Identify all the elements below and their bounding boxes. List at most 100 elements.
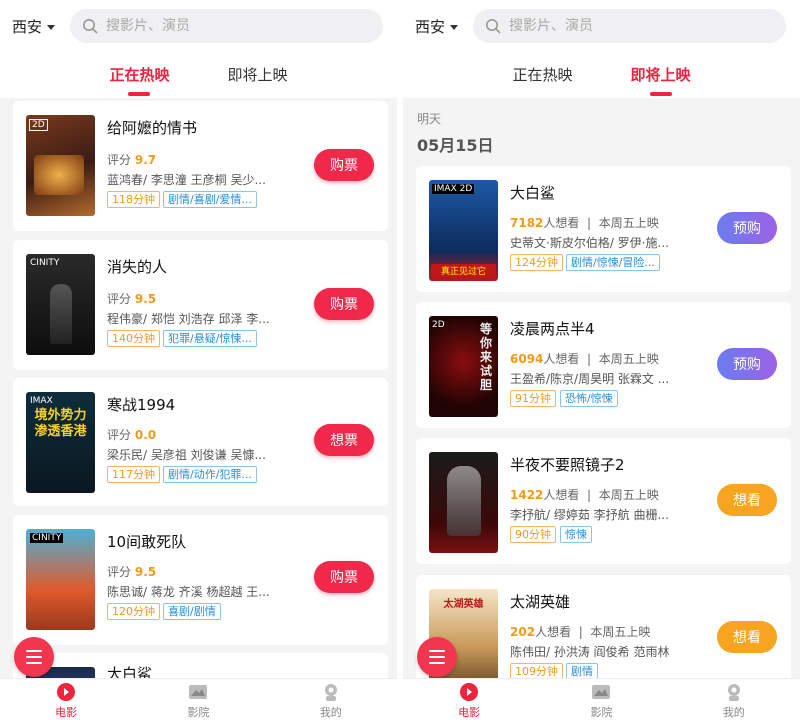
movie-actors: 程伟豪/ 郑恺 刘浩存 邱泽 李...	[107, 312, 270, 326]
movie-card[interactable]: 2D 给阿嬷的情书 评分 9.7 蓝鸿春/ 李思潼 王彦桐 吴少... 118分…	[13, 101, 388, 231]
search-box[interactable]	[473, 9, 786, 43]
movie-title: 寒战1994	[107, 396, 176, 414]
nav-profile[interactable]: 我的	[265, 679, 397, 722]
genre-tag: 剧情/惊悚/冒险...	[566, 254, 660, 271]
buy-ticket-button[interactable]: 购票	[314, 149, 374, 181]
duration-tag: 90分钟	[510, 526, 556, 543]
genre-tag: 惊悚	[560, 526, 592, 543]
nav-profile[interactable]: 我的	[668, 679, 800, 722]
duration-tag: 140分钟	[107, 330, 160, 347]
bottom-nav: 电影 影院 我的	[0, 678, 397, 722]
profile-icon	[727, 683, 740, 701]
movie-poster[interactable]: CINITY	[26, 529, 95, 630]
city-label: 西安	[415, 17, 446, 36]
movie-title: 凌晨两点半4	[510, 320, 595, 338]
chevron-down-icon	[450, 24, 459, 30]
search-icon	[486, 19, 501, 34]
movie-title: 消失的人	[107, 258, 168, 276]
date-relative-label: 明天	[417, 112, 442, 126]
movie-poster[interactable]: IMAX 2D 真正见过它	[429, 180, 498, 281]
movie-play-icon	[57, 682, 76, 701]
movie-title: 半夜不要照镜子2	[510, 456, 625, 474]
buy-ticket-button[interactable]: 购票	[314, 561, 374, 593]
top-bar: 西安	[403, 0, 800, 52]
buy-ticket-button[interactable]: 购票	[314, 288, 374, 320]
movie-actors: 梁乐民/ 吴彦祖 刘俊谦 吴慷...	[107, 448, 266, 462]
movie-poster[interactable]: IMAX 境外势力渗透香港	[26, 392, 95, 493]
movie-title: 给阿嬷的情书	[107, 119, 198, 137]
date-heading: 05月15日	[417, 136, 494, 155]
city-selector[interactable]: 西安	[415, 16, 473, 37]
city-label: 西安	[12, 17, 43, 36]
movie-actors: 王盈希/陈京/周昊明 张霖文 ...	[510, 372, 670, 386]
movie-card[interactable]: IMAX 境外势力渗透香港 寒战1994 评分 0.0 梁乐民/ 吴彦祖 刘俊谦…	[13, 378, 388, 506]
nav-cinemas[interactable]: 影院	[132, 679, 264, 722]
want-ticket-button[interactable]: 想票	[314, 424, 374, 456]
tab-coming-soon[interactable]: 即将上映	[631, 64, 691, 96]
movie-want-count: 6094人想看 | 本周五上映	[510, 352, 659, 366]
menu-fab-button[interactable]	[417, 637, 457, 677]
duration-tag: 91分钟	[510, 390, 556, 407]
movie-card[interactable]: 太湖英雄 太湖英雄 202人想看 | 本周五上映 陈伟田/ 孙洪涛 阎俊希 范雨…	[416, 575, 791, 693]
movie-actors: 陈思诚/ 蒋龙 齐溪 杨超越 王...	[107, 585, 270, 599]
movie-card[interactable]: CINITY 消失的人 评分 9.5 程伟豪/ 郑恺 刘浩存 邱泽 李... 1…	[13, 240, 388, 370]
search-icon	[83, 19, 98, 34]
movie-actors: 陈伟田/ 孙洪涛 阎俊希 范雨林	[510, 645, 670, 659]
movie-title: 10间敢死队	[107, 533, 187, 551]
movie-title: 太湖英雄	[510, 593, 571, 611]
want-to-see-button[interactable]: 想看	[717, 484, 777, 516]
tab-bar: 正在热映 即将上映	[403, 52, 800, 98]
nav-movies[interactable]: 电影	[0, 679, 132, 722]
city-selector[interactable]: 西安	[12, 16, 70, 37]
cinema-icon	[592, 684, 611, 699]
search-input[interactable]	[106, 18, 306, 34]
movie-want-count: 202人想看 | 本周五上映	[510, 625, 651, 639]
want-to-see-button[interactable]: 想看	[717, 621, 777, 653]
movie-poster[interactable]	[429, 452, 498, 553]
movie-score: 评分 9.5	[107, 565, 157, 579]
movie-score: 评分 9.7	[107, 153, 157, 167]
nav-movies[interactable]: 电影	[403, 679, 535, 722]
duration-tag: 117分钟	[107, 466, 160, 483]
movie-actors: 蓝鸿春/ 李思潼 王彦桐 吴少...	[107, 173, 266, 187]
cinema-icon	[189, 684, 208, 699]
movie-card[interactable]: 半夜不要照镜子2 1422人想看 | 本周五上映 李抒航/ 缪婷茹 李抒航 曲栅…	[416, 438, 791, 564]
genre-tag: 犯罪/悬疑/惊悚...	[163, 330, 257, 347]
movie-want-count: 1422人想看 | 本周五上映	[510, 488, 659, 502]
movie-poster[interactable]: 2D 等你来试胆	[429, 316, 498, 417]
duration-tag: 124分钟	[510, 254, 563, 271]
tab-coming-soon[interactable]: 即将上映	[228, 64, 288, 88]
profile-icon	[324, 683, 337, 701]
genre-tag: 喜剧/剧情	[163, 603, 221, 620]
presale-button[interactable]: 预购	[717, 212, 777, 244]
movie-card[interactable]: 2D 等你来试胆 凌晨两点半4 6094人想看 | 本周五上映 王盈希/陈京/周…	[416, 302, 791, 428]
search-box[interactable]	[70, 9, 383, 43]
bottom-nav: 电影 影院 我的	[403, 678, 800, 722]
top-bar: 西安	[0, 0, 397, 52]
movie-poster[interactable]: 2D	[26, 115, 95, 216]
chevron-down-icon	[47, 24, 56, 30]
tab-bar: 正在热映 即将上映	[0, 52, 397, 98]
coming-soon-screen: 西安 正在热映 即将上映 明天 05月15日 IMAX 2D 真正见过它 大白鲨…	[403, 0, 800, 722]
genre-tag: 剧情/动作/犯罪...	[163, 466, 257, 483]
tab-now-showing[interactable]: 正在热映	[109, 64, 170, 96]
movie-play-icon	[460, 682, 479, 701]
tab-now-showing[interactable]: 正在热映	[512, 64, 572, 88]
genre-tag: 恐怖/惊悚	[560, 390, 618, 407]
nav-cinemas[interactable]: 影院	[535, 679, 667, 722]
movie-title: 大白鲨	[510, 184, 556, 202]
movie-actors: 李抒航/ 缪婷茹 李抒航 曲栅...	[510, 508, 669, 522]
search-input[interactable]	[509, 18, 709, 34]
movie-want-count: 7182人想看 | 本周五上映	[510, 216, 659, 230]
movie-poster[interactable]: CINITY	[26, 254, 95, 355]
duration-tag: 120分钟	[107, 603, 160, 620]
movie-score: 评分 0.0	[107, 428, 157, 442]
genre-tag: 剧情/喜剧/爱情...	[163, 191, 257, 208]
movie-card[interactable]: IMAX 2D 真正见过它 大白鲨 7182人想看 | 本周五上映 史蒂文·斯皮…	[416, 166, 791, 292]
presale-button[interactable]: 预购	[717, 348, 777, 380]
now-showing-screen: 西安 正在热映 即将上映 2D 给阿嬷的情书 评分 9.7 蓝鸿春/ 李思潼 王…	[0, 0, 397, 722]
menu-fab-button[interactable]	[14, 637, 54, 677]
duration-tag: 118分钟	[107, 191, 160, 208]
movie-card[interactable]: CINITY 10间敢死队 评分 9.5 陈思诚/ 蒋龙 齐溪 杨超越 王...…	[13, 515, 388, 645]
movie-actors: 史蒂文·斯皮尔伯格/ 罗伊·施...	[510, 236, 669, 250]
